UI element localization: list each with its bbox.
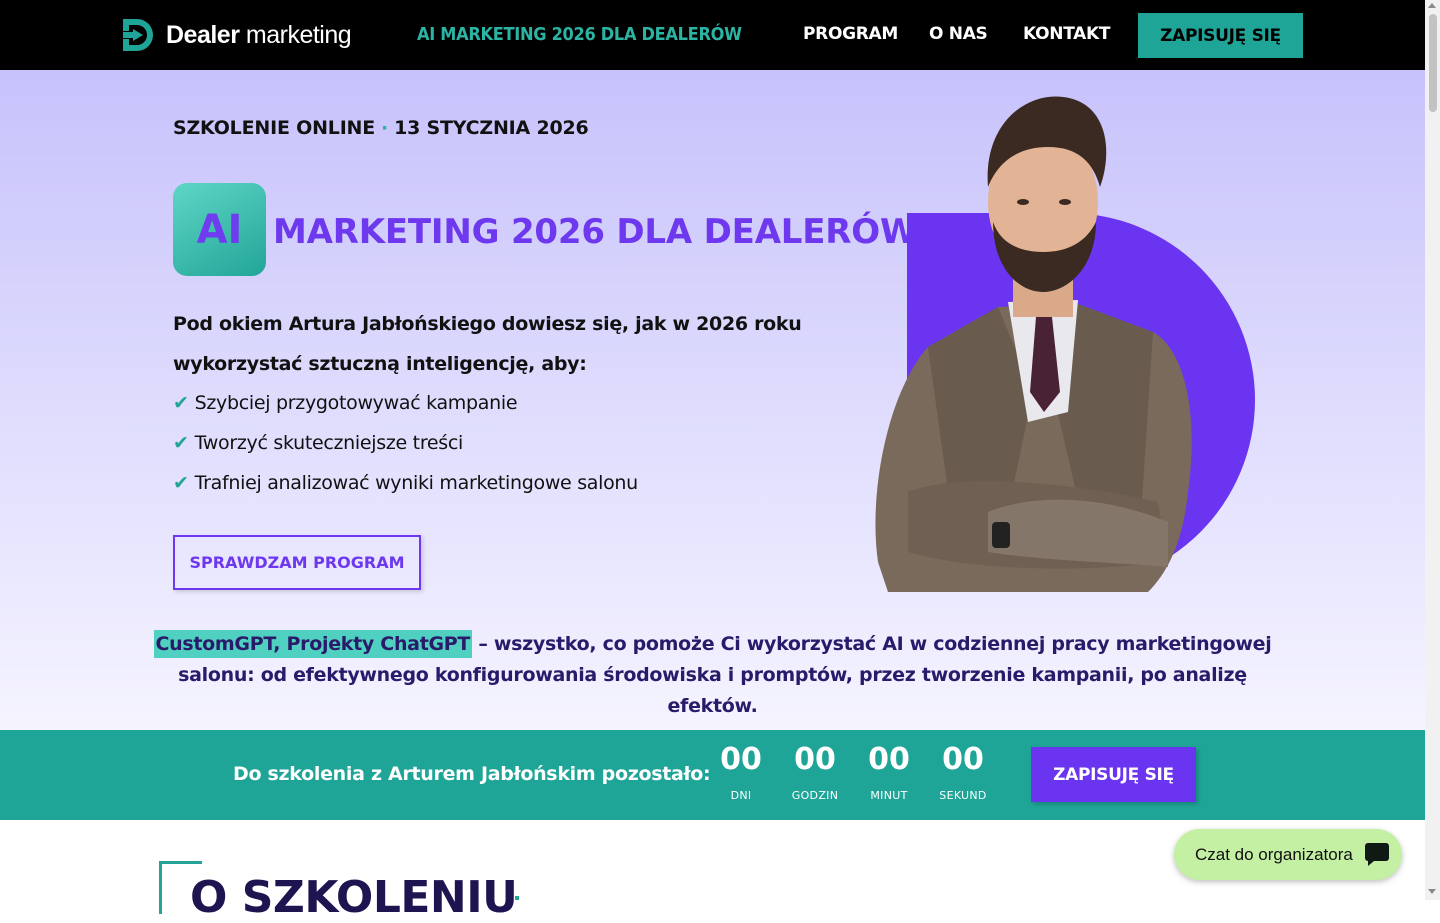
tagline-highlight: CustomGPT, Projekty ChatGPT (153, 630, 473, 658)
nav-link-program[interactable]: PROGRAM (803, 24, 898, 44)
site-logo[interactable]: Dealer marketing (123, 19, 352, 51)
nav-link-ai-marketing[interactable]: AI MARKETING 2026 DLA DEALERÓW (417, 24, 742, 45)
countdown-label: Do szkolenia z Arturem Jabłońskim pozost… (233, 763, 711, 785)
list-item: ✔ Tworzyć skuteczniejsze treści (173, 432, 464, 454)
list-item: ✔ Trafniej analizować wyniki marketingowe… (173, 472, 638, 494)
countdown-caption: SEKUND (939, 789, 987, 802)
nav-link-kontakt[interactable]: KONTAKT (1023, 24, 1111, 44)
check-program-button[interactable]: SPRAWDZAM PROGRAM (173, 535, 421, 590)
countdown-caption: GODZIN (791, 789, 839, 802)
check-icon: ✔ (173, 392, 189, 414)
countdown-hours: 00 GODZIN (785, 740, 845, 806)
hero-title: MARKETING 2026 DLA DEALERÓW (273, 212, 918, 252)
logo-d-icon (123, 19, 153, 51)
countdown-days: 00 DNI (711, 740, 771, 806)
check-icon: ✔ (173, 472, 189, 494)
ai-badge: AI (173, 183, 266, 276)
event-date: 13 STYCZNIA 2026 (394, 117, 589, 139)
site-header: Dealer marketing AI MARKETING 2026 DLA D… (0, 0, 1425, 70)
countdown-value: 00 (868, 742, 910, 777)
countdown-seconds: 00 SEKUND (933, 740, 993, 806)
countdown-value: 00 (794, 742, 836, 777)
chat-label: Czat do organizatora (1195, 844, 1353, 864)
header-signup-button[interactable]: ZAPISUJĘ SIĘ (1138, 13, 1303, 58)
hero-section: SZKOLENIE ONLINE · 13 STYCZNIA 2026 AI MAR… (0, 70, 1425, 730)
countdown-caption: DNI (730, 789, 752, 802)
list-item: ✔ Szybciej przygotowywać kampanie (173, 392, 518, 414)
eyebrow-separator: · (381, 117, 389, 139)
check-icon: ✔ (173, 432, 189, 454)
scroll-up-arrow-icon[interactable] (1428, 3, 1436, 8)
countdown-value: 00 (720, 742, 762, 777)
countdown-minutes: 00 MINUT (859, 740, 919, 806)
page-scrollbar[interactable] (1425, 0, 1440, 900)
event-eyebrow: SZKOLENIE ONLINE · 13 STYCZNIA 2026 (173, 117, 589, 139)
countdown-value: 00 (942, 742, 984, 777)
nav-link-o-nas[interactable]: O NAS (929, 24, 988, 44)
benefit-list: ✔ Szybciej przygotowywać kampanie ✔ Tworzy… (173, 383, 638, 503)
section-title: O SZKOLENIU (190, 872, 518, 923)
chat-bubble-icon (1365, 843, 1389, 866)
scroll-down-arrow-icon[interactable] (1428, 889, 1436, 894)
chat-widget-button[interactable]: Czat do organizatora (1174, 829, 1402, 880)
logo-text: Dealer marketing (166, 20, 352, 49)
scrollbar-thumb[interactable] (1429, 14, 1437, 112)
countdown-caption: MINUT (870, 789, 908, 802)
countdown-signup-button[interactable]: ZAPISUJĘ SIĘ (1031, 747, 1196, 802)
section-title-dot (515, 896, 519, 900)
trainer-portrait-image (875, 96, 1255, 592)
countdown-bar: Do szkolenia z Arturem Jabłońskim pozost… (0, 730, 1425, 820)
hero-lead: Pod okiem Artura Jabłońskiego dowiesz si… (173, 313, 802, 375)
event-type: SZKOLENIE ONLINE (173, 117, 376, 139)
hero-tagline: CustomGPT, Projekty ChatGPT – wszystko, … (150, 629, 1275, 722)
